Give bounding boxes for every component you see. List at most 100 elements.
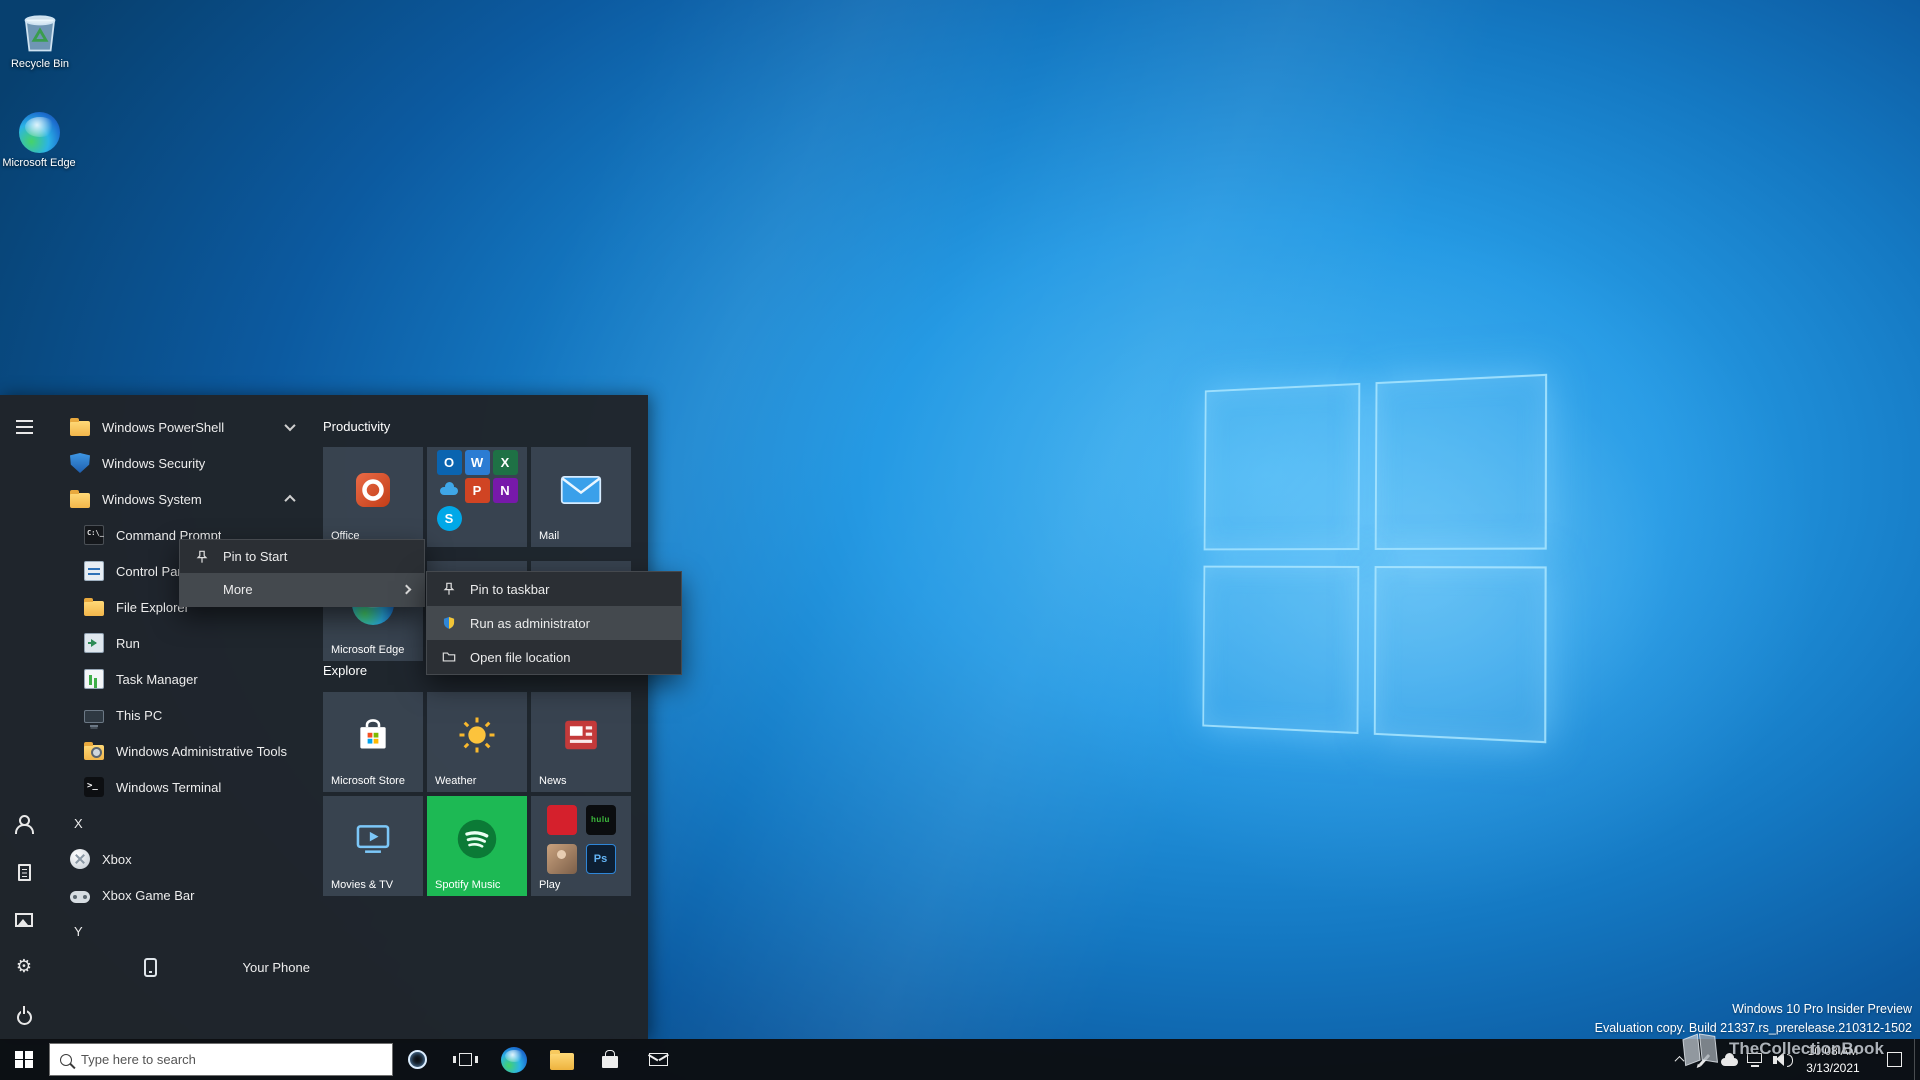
- outlook-icon: [436, 449, 462, 475]
- app-label: Xbox: [102, 851, 132, 867]
- edge-icon: [501, 1046, 527, 1073]
- cortana-button[interactable]: [393, 1039, 441, 1080]
- taskbar-file-explorer-button[interactable]: [538, 1039, 586, 1080]
- app-item-windows-security[interactable]: Windows Security: [48, 445, 316, 481]
- app-item-run[interactable]: Run: [48, 625, 316, 661]
- context-menu-more[interactable]: More: [180, 573, 424, 606]
- context-menu: Pin to Start More: [179, 539, 425, 607]
- app-item-xbox-game-bar[interactable]: Xbox Game Bar: [48, 877, 316, 913]
- tile-movies-tv[interactable]: Movies & TV: [323, 796, 423, 896]
- spotify-icon: [457, 819, 497, 859]
- tile-weather[interactable]: Weather: [427, 692, 527, 792]
- start-rail-settings-button[interactable]: ⚙: [0, 943, 48, 991]
- app-label: Your Phone: [242, 959, 310, 975]
- tile-news[interactable]: News: [531, 692, 631, 792]
- news-icon: [565, 720, 597, 750]
- volume-tray-button[interactable]: [1767, 1039, 1793, 1080]
- app-item-your-phone[interactable]: Your Phone: [48, 949, 316, 985]
- app-item-windows-terminal[interactable]: Windows Terminal: [48, 769, 316, 805]
- start-rail-user-button[interactable]: [0, 800, 48, 848]
- start-rail-documents-button[interactable]: [0, 848, 48, 896]
- start-rail-power-button[interactable]: [0, 991, 48, 1039]
- this-pc-icon: [84, 709, 104, 727]
- onenote-icon: [492, 477, 518, 503]
- desktop-icon-label: Recycle Bin: [10, 58, 70, 70]
- pen-tray-button[interactable]: [1692, 1039, 1717, 1080]
- app-item-task-manager[interactable]: Task Manager: [48, 661, 316, 697]
- tile-mail[interactable]: Mail: [531, 447, 631, 547]
- task-view-button[interactable]: [441, 1039, 489, 1080]
- user-icon: [14, 814, 34, 834]
- play-group-tile: [531, 796, 631, 882]
- section-letter: Y: [74, 923, 83, 939]
- search-icon: [60, 1053, 72, 1066]
- submenu-run-as-administrator[interactable]: Run as administrator: [427, 606, 681, 640]
- play-apps-cluster: [546, 804, 616, 874]
- office-apps-group-tile: [427, 447, 527, 533]
- spotify-icon: [427, 796, 527, 882]
- app-label: Xbox Game Bar: [102, 887, 195, 903]
- file-explorer-icon: [550, 1049, 574, 1070]
- taskbar-edge-button[interactable]: [490, 1039, 538, 1080]
- start-button[interactable]: [0, 1039, 48, 1080]
- submenu-open-file-location[interactable]: Open file location: [427, 640, 681, 674]
- tile-label: Microsoft Edge: [331, 644, 405, 656]
- app-label: Task Manager: [116, 671, 198, 687]
- app-item-this-pc[interactable]: This PC: [48, 697, 316, 733]
- desktop-icon-microsoft-edge[interactable]: Microsoft Edge: [0, 112, 81, 170]
- tile-group-title-explore[interactable]: Explore: [323, 663, 367, 678]
- office-apps-cluster: [436, 449, 518, 531]
- app-item-windows-administrative-tools[interactable]: Windows Administrative Tools: [48, 733, 316, 769]
- menu-item-label: Run as administrator: [470, 615, 590, 631]
- hamburger-icon: [15, 420, 33, 422]
- store-icon: [360, 719, 386, 749]
- tile-microsoft-store[interactable]: Microsoft Store: [323, 692, 423, 792]
- app-item-windows-system[interactable]: Windows System: [48, 481, 316, 517]
- tile-play-group[interactable]: Play: [531, 796, 631, 896]
- submenu-pin-to-taskbar[interactable]: Pin to taskbar: [427, 572, 681, 606]
- weather-icon: [427, 692, 527, 778]
- tile-office[interactable]: Office: [323, 447, 423, 547]
- word-icon: [464, 449, 490, 475]
- context-submenu: Pin to taskbar Run as administrator Open…: [426, 571, 682, 675]
- network-tray-button[interactable]: [1742, 1039, 1767, 1080]
- taskbar-clock[interactable]: 10:08 AM 3/13/2021: [1792, 1043, 1874, 1075]
- start-app-list: Windows PowerShell Windows Security Wind…: [48, 409, 316, 985]
- documents-icon: [17, 863, 31, 881]
- taskbar-store-button[interactable]: [586, 1039, 634, 1080]
- windows-logo-pane: [1373, 566, 1547, 744]
- terminal-icon: [84, 777, 104, 797]
- show-desktop-button[interactable]: [1914, 1039, 1920, 1080]
- taskbar-search[interactable]: [49, 1043, 393, 1076]
- app-item-xbox[interactable]: Xbox: [48, 841, 316, 877]
- desktop: Recycle Bin Microsoft Edge Windows 10 Pr…: [0, 0, 1920, 1080]
- tile-office-apps-group[interactable]: [427, 447, 527, 547]
- mail-icon: [531, 447, 631, 533]
- app-label: Windows Administrative Tools: [116, 743, 287, 759]
- chevron-up-icon: [1674, 1055, 1685, 1066]
- mail-icon: [648, 1053, 668, 1066]
- tile-label: Weather: [435, 775, 477, 787]
- photoshop-icon: [585, 843, 616, 874]
- search-input[interactable]: [81, 1052, 382, 1067]
- pictures-icon: [15, 913, 33, 927]
- pin-icon: [441, 581, 457, 597]
- onedrive-tray-button[interactable]: [1717, 1039, 1742, 1080]
- app-item-windows-powershell[interactable]: Windows PowerShell: [48, 409, 316, 445]
- context-menu-pin-to-start[interactable]: Pin to Start: [180, 540, 424, 573]
- taskbar-mail-button[interactable]: [634, 1039, 682, 1080]
- tile-group-title-productivity[interactable]: Productivity: [323, 419, 390, 434]
- tile-spotify-music[interactable]: Spotify Music: [427, 796, 527, 896]
- desktop-icon-recycle-bin[interactable]: Recycle Bin: [0, 8, 82, 71]
- menu-item-label: Pin to taskbar: [470, 581, 550, 597]
- start-rail-expand-button[interactable]: [0, 403, 48, 451]
- hidden-icons-button[interactable]: [1667, 1039, 1692, 1080]
- app-section-y[interactable]: Y: [48, 913, 316, 949]
- clock-date: 3/13/2021: [1806, 1060, 1860, 1075]
- chevron-right-icon: [401, 584, 412, 595]
- action-center-button[interactable]: [1874, 1039, 1914, 1080]
- file-explorer-icon: [84, 598, 104, 616]
- start-rail-pictures-button[interactable]: [0, 896, 48, 944]
- app-section-x[interactable]: X: [48, 805, 316, 841]
